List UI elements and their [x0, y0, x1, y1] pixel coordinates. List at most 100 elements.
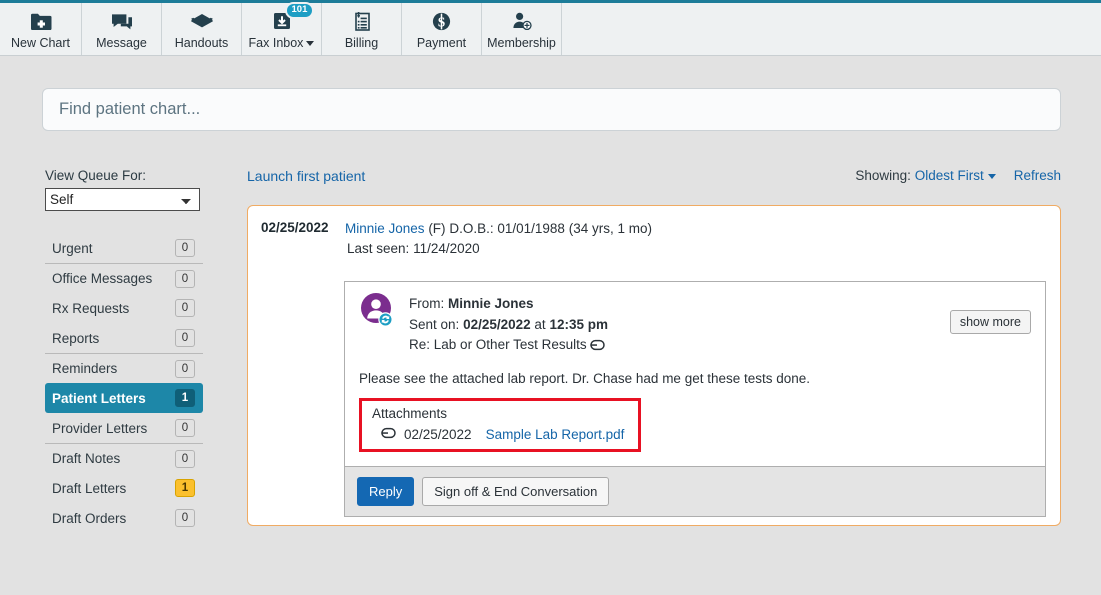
- sidebar-item-reports[interactable]: Reports 0: [45, 323, 203, 353]
- patient-dob: 01/01/1988: [497, 221, 565, 236]
- attachment-date: 02/25/2022: [404, 426, 472, 442]
- toolbar-item-billing[interactable]: Billing: [322, 3, 402, 55]
- avatar: [359, 292, 395, 328]
- sign-off-end-conversation-button[interactable]: Sign off & End Conversation: [422, 476, 610, 506]
- sidebar-item-reminders[interactable]: Reminders 0: [45, 353, 203, 383]
- new-chart-icon: [30, 8, 52, 34]
- membership-icon: [511, 8, 533, 34]
- sidebar-item-count: 0: [175, 299, 195, 317]
- message-from-line: From: Minnie Jones: [409, 294, 1031, 315]
- sidebar-item-provider-letters[interactable]: Provider Letters 0: [45, 413, 203, 443]
- patient-card-info: Minnie Jones (F) D.O.B.: 01/01/1988 (34 …: [345, 219, 652, 259]
- patient-identity-line: Minnie Jones (F) D.O.B.: 01/01/1988 (34 …: [345, 219, 652, 239]
- reply-button[interactable]: Reply: [357, 476, 415, 506]
- last-seen-value: 11/24/2020: [413, 241, 480, 256]
- sidebar-item-draft-letters[interactable]: Draft Letters 1: [45, 473, 203, 503]
- search-input[interactable]: [42, 88, 1061, 131]
- message-icon: [111, 8, 133, 34]
- patient-sex: (F): [428, 221, 446, 236]
- billing-icon: [352, 8, 372, 34]
- toolbar-label-text: Fax Inbox: [248, 36, 304, 50]
- handouts-icon: [190, 8, 214, 34]
- toolbar-item-message[interactable]: Message: [82, 3, 162, 55]
- sidebar-item-count: 0: [175, 359, 195, 378]
- message-meta: From: Minnie Jones Sent on: 02/25/2022 a…: [409, 294, 1031, 358]
- sidebar-item-label: Reports: [52, 330, 100, 346]
- sent-date: 02/25/2022: [463, 316, 531, 332]
- toolbar-item-handouts[interactable]: Handouts: [162, 3, 242, 55]
- sidebar-item-label: Reminders: [52, 361, 118, 376]
- sidebar-item-label: Draft Orders: [52, 510, 127, 526]
- patient-search: [42, 88, 1061, 131]
- sidebar-item-label: Draft Letters: [52, 480, 127, 496]
- sidebar-item-label: Patient Letters: [52, 390, 146, 406]
- showing-control[interactable]: Showing: Oldest First: [855, 168, 996, 183]
- sent-label: Sent on:: [409, 316, 460, 332]
- launch-first-patient-link[interactable]: Launch first patient: [247, 168, 365, 184]
- sidebar-item-label: Provider Letters: [52, 420, 148, 436]
- main-header-actions: Showing: Oldest First Refresh: [855, 168, 1061, 183]
- last-seen-label: Last seen:: [347, 241, 410, 256]
- sidebar-item-count: 0: [175, 329, 195, 347]
- patient-name-link[interactable]: Minnie Jones: [345, 221, 425, 236]
- message-subject-line: Re: Lab or Other Test Results: [409, 335, 1031, 358]
- sidebar-item-urgent[interactable]: Urgent 0: [45, 233, 203, 263]
- sidebar-item-label: Urgent: [52, 240, 93, 256]
- sent-at-word: at: [534, 316, 546, 332]
- sent-time: 12:35 pm: [549, 316, 608, 332]
- queue-nav-list: Urgent 0 Office Messages 0 Rx Requests 0…: [45, 233, 203, 533]
- chevron-down-icon: [987, 173, 996, 179]
- queue-select[interactable]: Self: [45, 188, 200, 211]
- fax-inbox-badge: 101: [284, 2, 315, 20]
- sidebar-item-patient-letters[interactable]: Patient Letters 1: [45, 383, 203, 413]
- queue-sidebar: View Queue For: Self Urgent 0 Office Mes…: [45, 168, 203, 533]
- show-more-button[interactable]: show more: [949, 310, 1031, 334]
- attachments-highlight-box: Attachments 02/25/2022 Sample Lab Report…: [359, 397, 642, 452]
- sidebar-item-office-messages[interactable]: Office Messages 0: [45, 263, 203, 293]
- toolbar-item-fax-inbox[interactable]: 101 Fax Inbox: [242, 2, 322, 55]
- main-content: Launch first patient Showing: Oldest Fir…: [247, 168, 1061, 526]
- attachment-item[interactable]: 02/25/2022 Sample Lab Report.pdf: [372, 427, 624, 442]
- sidebar-item-label: Draft Notes: [52, 451, 121, 466]
- from-label: From:: [409, 296, 445, 311]
- sidebar-item-label: Rx Requests: [52, 300, 130, 316]
- sidebar-item-count: 1: [175, 479, 195, 497]
- toolbar-item-new-chart[interactable]: New Chart: [0, 3, 82, 55]
- patient-card-date: 02/25/2022: [261, 220, 329, 235]
- toolbar-label: Billing: [344, 36, 379, 50]
- queue-for-label: View Queue For:: [45, 168, 147, 183]
- attachment-paperclip-icon: [590, 337, 606, 358]
- toolbar-item-membership[interactable]: Membership: [482, 3, 562, 55]
- sidebar-item-count: 0: [175, 449, 195, 468]
- sidebar-item-count: 1: [175, 389, 195, 407]
- toolbar-item-payment[interactable]: S Payment: [402, 3, 482, 55]
- patient-dob-label: D.O.B.:: [449, 221, 494, 236]
- showing-value[interactable]: Oldest First: [915, 168, 984, 183]
- message-box: show more From: Minnie Jones Sent on: 02…: [344, 281, 1046, 517]
- chevron-down-icon: [306, 41, 315, 47]
- patient-last-seen-line: Last seen: 11/24/2020: [347, 239, 652, 259]
- message-text: Please see the attached lab report. Dr. …: [359, 370, 811, 386]
- sidebar-item-label: Office Messages: [52, 271, 153, 286]
- attachment-paperclip-icon: [381, 427, 396, 442]
- showing-label: Showing:: [855, 168, 911, 183]
- refresh-link[interactable]: Refresh: [1014, 168, 1061, 183]
- patient-card-header: 02/25/2022 Minnie Jones (F) D.O.B.: 01/0…: [261, 219, 1047, 259]
- main-header: Launch first patient Showing: Oldest Fir…: [247, 168, 1061, 194]
- toolbar-label: Handouts: [174, 36, 229, 50]
- toolbar-label: Membership: [487, 36, 556, 50]
- toolbar-label: Fax Inbox: [249, 36, 315, 50]
- patient-queue-card: 02/25/2022 Minnie Jones (F) D.O.B.: 01/0…: [247, 205, 1061, 526]
- toolbar-label: Message: [96, 36, 147, 50]
- sidebar-item-draft-notes[interactable]: Draft Notes 0: [45, 443, 203, 473]
- sidebar-item-draft-orders[interactable]: Draft Orders 0: [45, 503, 203, 533]
- sidebar-item-rx-requests[interactable]: Rx Requests 0: [45, 293, 203, 323]
- fax-inbox-icon: 101: [271, 2, 315, 34]
- from-value: Minnie Jones: [448, 296, 534, 311]
- sidebar-item-count: 0: [175, 509, 195, 527]
- re-value: Lab or Other Test Results: [433, 337, 587, 352]
- re-label: Re:: [409, 337, 431, 352]
- message-sent-line: Sent on: 02/25/2022 at 12:35 pm: [409, 315, 1031, 336]
- sidebar-item-count: 0: [175, 269, 195, 288]
- attachment-filename-link[interactable]: Sample Lab Report.pdf: [486, 427, 625, 442]
